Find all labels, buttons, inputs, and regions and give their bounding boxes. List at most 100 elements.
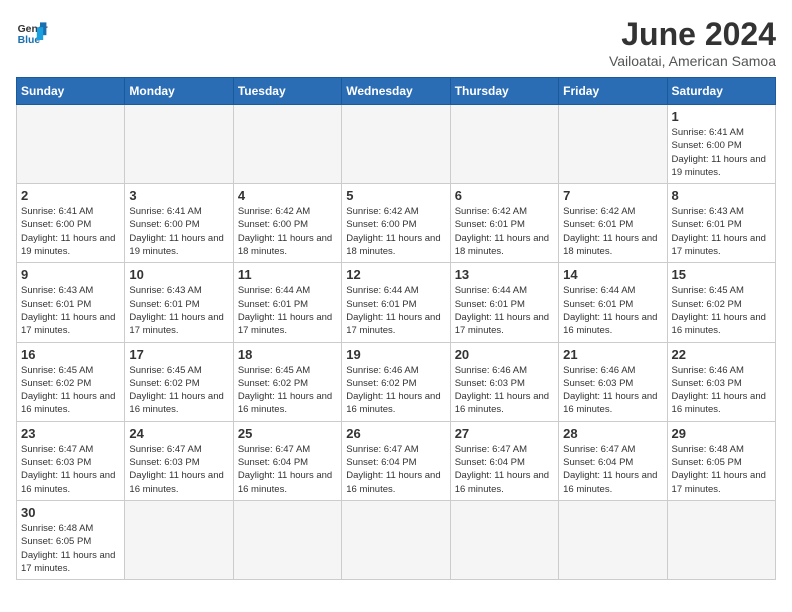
weekday-header-friday: Friday — [559, 78, 667, 105]
day-info: Sunrise: 6:42 AM Sunset: 6:00 PM Dayligh… — [346, 205, 445, 258]
day-number: 30 — [21, 505, 120, 520]
day-number: 23 — [21, 426, 120, 441]
calendar-cell: 18 Sunrise: 6:45 AM Sunset: 6:02 PM Dayli… — [233, 342, 341, 421]
weekday-header-wednesday: Wednesday — [342, 78, 450, 105]
day-number: 15 — [672, 267, 771, 282]
calendar-cell — [125, 105, 233, 184]
calendar-cell — [450, 500, 558, 579]
day-info: Sunrise: 6:41 AM Sunset: 6:00 PM Dayligh… — [129, 205, 228, 258]
weekday-header-sunday: Sunday — [17, 78, 125, 105]
calendar-cell: 1Sunrise: 6:41 AM Sunset: 6:00 PM Daylig… — [667, 105, 775, 184]
weekday-header-thursday: Thursday — [450, 78, 558, 105]
day-number: 18 — [238, 347, 337, 362]
day-info: Sunrise: 6:47 AM Sunset: 6:03 PM Dayligh… — [129, 443, 228, 496]
calendar-week-row: 16Sunrise: 6:45 AM Sunset: 6:02 PM Dayli… — [17, 342, 776, 421]
calendar-cell: 9Sunrise: 6:43 AM Sunset: 6:01 PM Daylig… — [17, 263, 125, 342]
calendar-week-row: 9Sunrise: 6:43 AM Sunset: 6:01 PM Daylig… — [17, 263, 776, 342]
day-info: Sunrise: 6:43 AM Sunset: 6:01 PM Dayligh… — [672, 205, 771, 258]
day-number: 20 — [455, 347, 554, 362]
day-number: 19 — [346, 347, 445, 362]
day-info: Sunrise: 6:48 AM Sunset: 6:05 PM Dayligh… — [672, 443, 771, 496]
day-info: Sunrise: 6:42 AM Sunset: 6:01 PM Dayligh… — [563, 205, 662, 258]
day-number: 13 — [455, 267, 554, 282]
calendar-cell — [233, 500, 341, 579]
day-info: Sunrise: 6:45 AM Sunset: 6:02 PM Dayligh… — [129, 364, 228, 417]
day-info: Sunrise: 6:41 AM Sunset: 6:00 PM Dayligh… — [21, 205, 120, 258]
day-number: 24 — [129, 426, 228, 441]
calendar-cell: 21 Sunrise: 6:46 AM Sunset: 6:03 PM Dayli… — [559, 342, 667, 421]
calendar-cell: 29Sunrise: 6:48 AM Sunset: 6:05 PM Dayli… — [667, 421, 775, 500]
calendar-cell: 5 Sunrise: 6:42 AM Sunset: 6:00 PM Daylig… — [342, 184, 450, 263]
calendar-cell — [450, 105, 558, 184]
day-info: Sunrise: 6:46 AM Sunset: 6:03 PM Dayligh… — [672, 364, 771, 417]
calendar-cell — [342, 105, 450, 184]
day-number: 10 — [129, 267, 228, 282]
day-info: Sunrise: 6:42 AM Sunset: 6:01 PM Dayligh… — [455, 205, 554, 258]
weekday-header-saturday: Saturday — [667, 78, 775, 105]
title-block: June 2024 Vailoatai, American Samoa — [609, 16, 776, 69]
calendar-cell — [559, 500, 667, 579]
day-info: Sunrise: 6:44 AM Sunset: 6:01 PM Dayligh… — [238, 284, 337, 337]
day-number: 17 — [129, 347, 228, 362]
day-info: Sunrise: 6:46 AM Sunset: 6:03 PM Dayligh… — [563, 364, 662, 417]
day-number: 5 — [346, 188, 445, 203]
calendar-week-row: 30Sunrise: 6:48 AM Sunset: 6:05 PM Dayli… — [17, 500, 776, 579]
day-number: 28 — [563, 426, 662, 441]
calendar-week-row: 23 Sunrise: 6:47 AM Sunset: 6:03 PM Dayli… — [17, 421, 776, 500]
day-info: Sunrise: 6:47 AM Sunset: 6:04 PM Dayligh… — [346, 443, 445, 496]
calendar-cell: 2Sunrise: 6:41 AM Sunset: 6:00 PM Daylig… — [17, 184, 125, 263]
day-info: Sunrise: 6:46 AM Sunset: 6:03 PM Dayligh… — [455, 364, 554, 417]
calendar-cell: 25 Sunrise: 6:47 AM Sunset: 6:04 PM Dayli… — [233, 421, 341, 500]
calendar-cell: 19 Sunrise: 6:46 AM Sunset: 6:02 PM Dayli… — [342, 342, 450, 421]
calendar-cell: 20 Sunrise: 6:46 AM Sunset: 6:03 PM Dayli… — [450, 342, 558, 421]
calendar-cell: 22 Sunrise: 6:46 AM Sunset: 6:03 PM Dayli… — [667, 342, 775, 421]
day-info: Sunrise: 6:45 AM Sunset: 6:02 PM Dayligh… — [238, 364, 337, 417]
day-number: 25 — [238, 426, 337, 441]
day-number: 22 — [672, 347, 771, 362]
calendar-cell: 3 Sunrise: 6:41 AM Sunset: 6:00 PM Daylig… — [125, 184, 233, 263]
weekday-header-monday: Monday — [125, 78, 233, 105]
day-number: 11 — [238, 267, 337, 282]
day-info: Sunrise: 6:41 AM Sunset: 6:00 PM Dayligh… — [672, 126, 771, 179]
logo-icon: General Blue — [16, 16, 48, 48]
day-info: Sunrise: 6:47 AM Sunset: 6:04 PM Dayligh… — [563, 443, 662, 496]
calendar-week-row: 2Sunrise: 6:41 AM Sunset: 6:00 PM Daylig… — [17, 184, 776, 263]
title-location: Vailoatai, American Samoa — [609, 53, 776, 69]
calendar-cell: 7 Sunrise: 6:42 AM Sunset: 6:01 PM Daylig… — [559, 184, 667, 263]
day-number: 26 — [346, 426, 445, 441]
day-info: Sunrise: 6:47 AM Sunset: 6:04 PM Dayligh… — [238, 443, 337, 496]
day-number: 7 — [563, 188, 662, 203]
calendar-cell: 4 Sunrise: 6:42 AM Sunset: 6:00 PM Daylig… — [233, 184, 341, 263]
day-number: 6 — [455, 188, 554, 203]
calendar-table: SundayMondayTuesdayWednesdayThursdayFrid… — [16, 77, 776, 580]
calendar-cell: 10 Sunrise: 6:43 AM Sunset: 6:01 PM Dayli… — [125, 263, 233, 342]
day-info: Sunrise: 6:44 AM Sunset: 6:01 PM Dayligh… — [455, 284, 554, 337]
day-info: Sunrise: 6:47 AM Sunset: 6:03 PM Dayligh… — [21, 443, 120, 496]
day-info: Sunrise: 6:46 AM Sunset: 6:02 PM Dayligh… — [346, 364, 445, 417]
calendar-cell: 6 Sunrise: 6:42 AM Sunset: 6:01 PM Daylig… — [450, 184, 558, 263]
day-info: Sunrise: 6:45 AM Sunset: 6:02 PM Dayligh… — [21, 364, 120, 417]
day-number: 14 — [563, 267, 662, 282]
calendar-week-row: 1Sunrise: 6:41 AM Sunset: 6:00 PM Daylig… — [17, 105, 776, 184]
weekday-header-row: SundayMondayTuesdayWednesdayThursdayFrid… — [17, 78, 776, 105]
day-info: Sunrise: 6:45 AM Sunset: 6:02 PM Dayligh… — [672, 284, 771, 337]
calendar-cell: 23 Sunrise: 6:47 AM Sunset: 6:03 PM Dayli… — [17, 421, 125, 500]
calendar-cell: 24 Sunrise: 6:47 AM Sunset: 6:03 PM Dayli… — [125, 421, 233, 500]
day-number: 27 — [455, 426, 554, 441]
calendar-cell — [17, 105, 125, 184]
calendar-cell: 27 Sunrise: 6:47 AM Sunset: 6:04 PM Dayli… — [450, 421, 558, 500]
calendar-cell: 16Sunrise: 6:45 AM Sunset: 6:02 PM Dayli… — [17, 342, 125, 421]
day-info: Sunrise: 6:43 AM Sunset: 6:01 PM Dayligh… — [129, 284, 228, 337]
calendar-cell: 30Sunrise: 6:48 AM Sunset: 6:05 PM Dayli… — [17, 500, 125, 579]
day-info: Sunrise: 6:42 AM Sunset: 6:00 PM Dayligh… — [238, 205, 337, 258]
day-number: 21 — [563, 347, 662, 362]
day-info: Sunrise: 6:47 AM Sunset: 6:04 PM Dayligh… — [455, 443, 554, 496]
day-info: Sunrise: 6:44 AM Sunset: 6:01 PM Dayligh… — [563, 284, 662, 337]
title-month: June 2024 — [609, 16, 776, 53]
day-number: 12 — [346, 267, 445, 282]
calendar-cell: 17 Sunrise: 6:45 AM Sunset: 6:02 PM Dayli… — [125, 342, 233, 421]
calendar-cell — [342, 500, 450, 579]
day-number: 3 — [129, 188, 228, 203]
calendar-cell — [559, 105, 667, 184]
day-number: 4 — [238, 188, 337, 203]
